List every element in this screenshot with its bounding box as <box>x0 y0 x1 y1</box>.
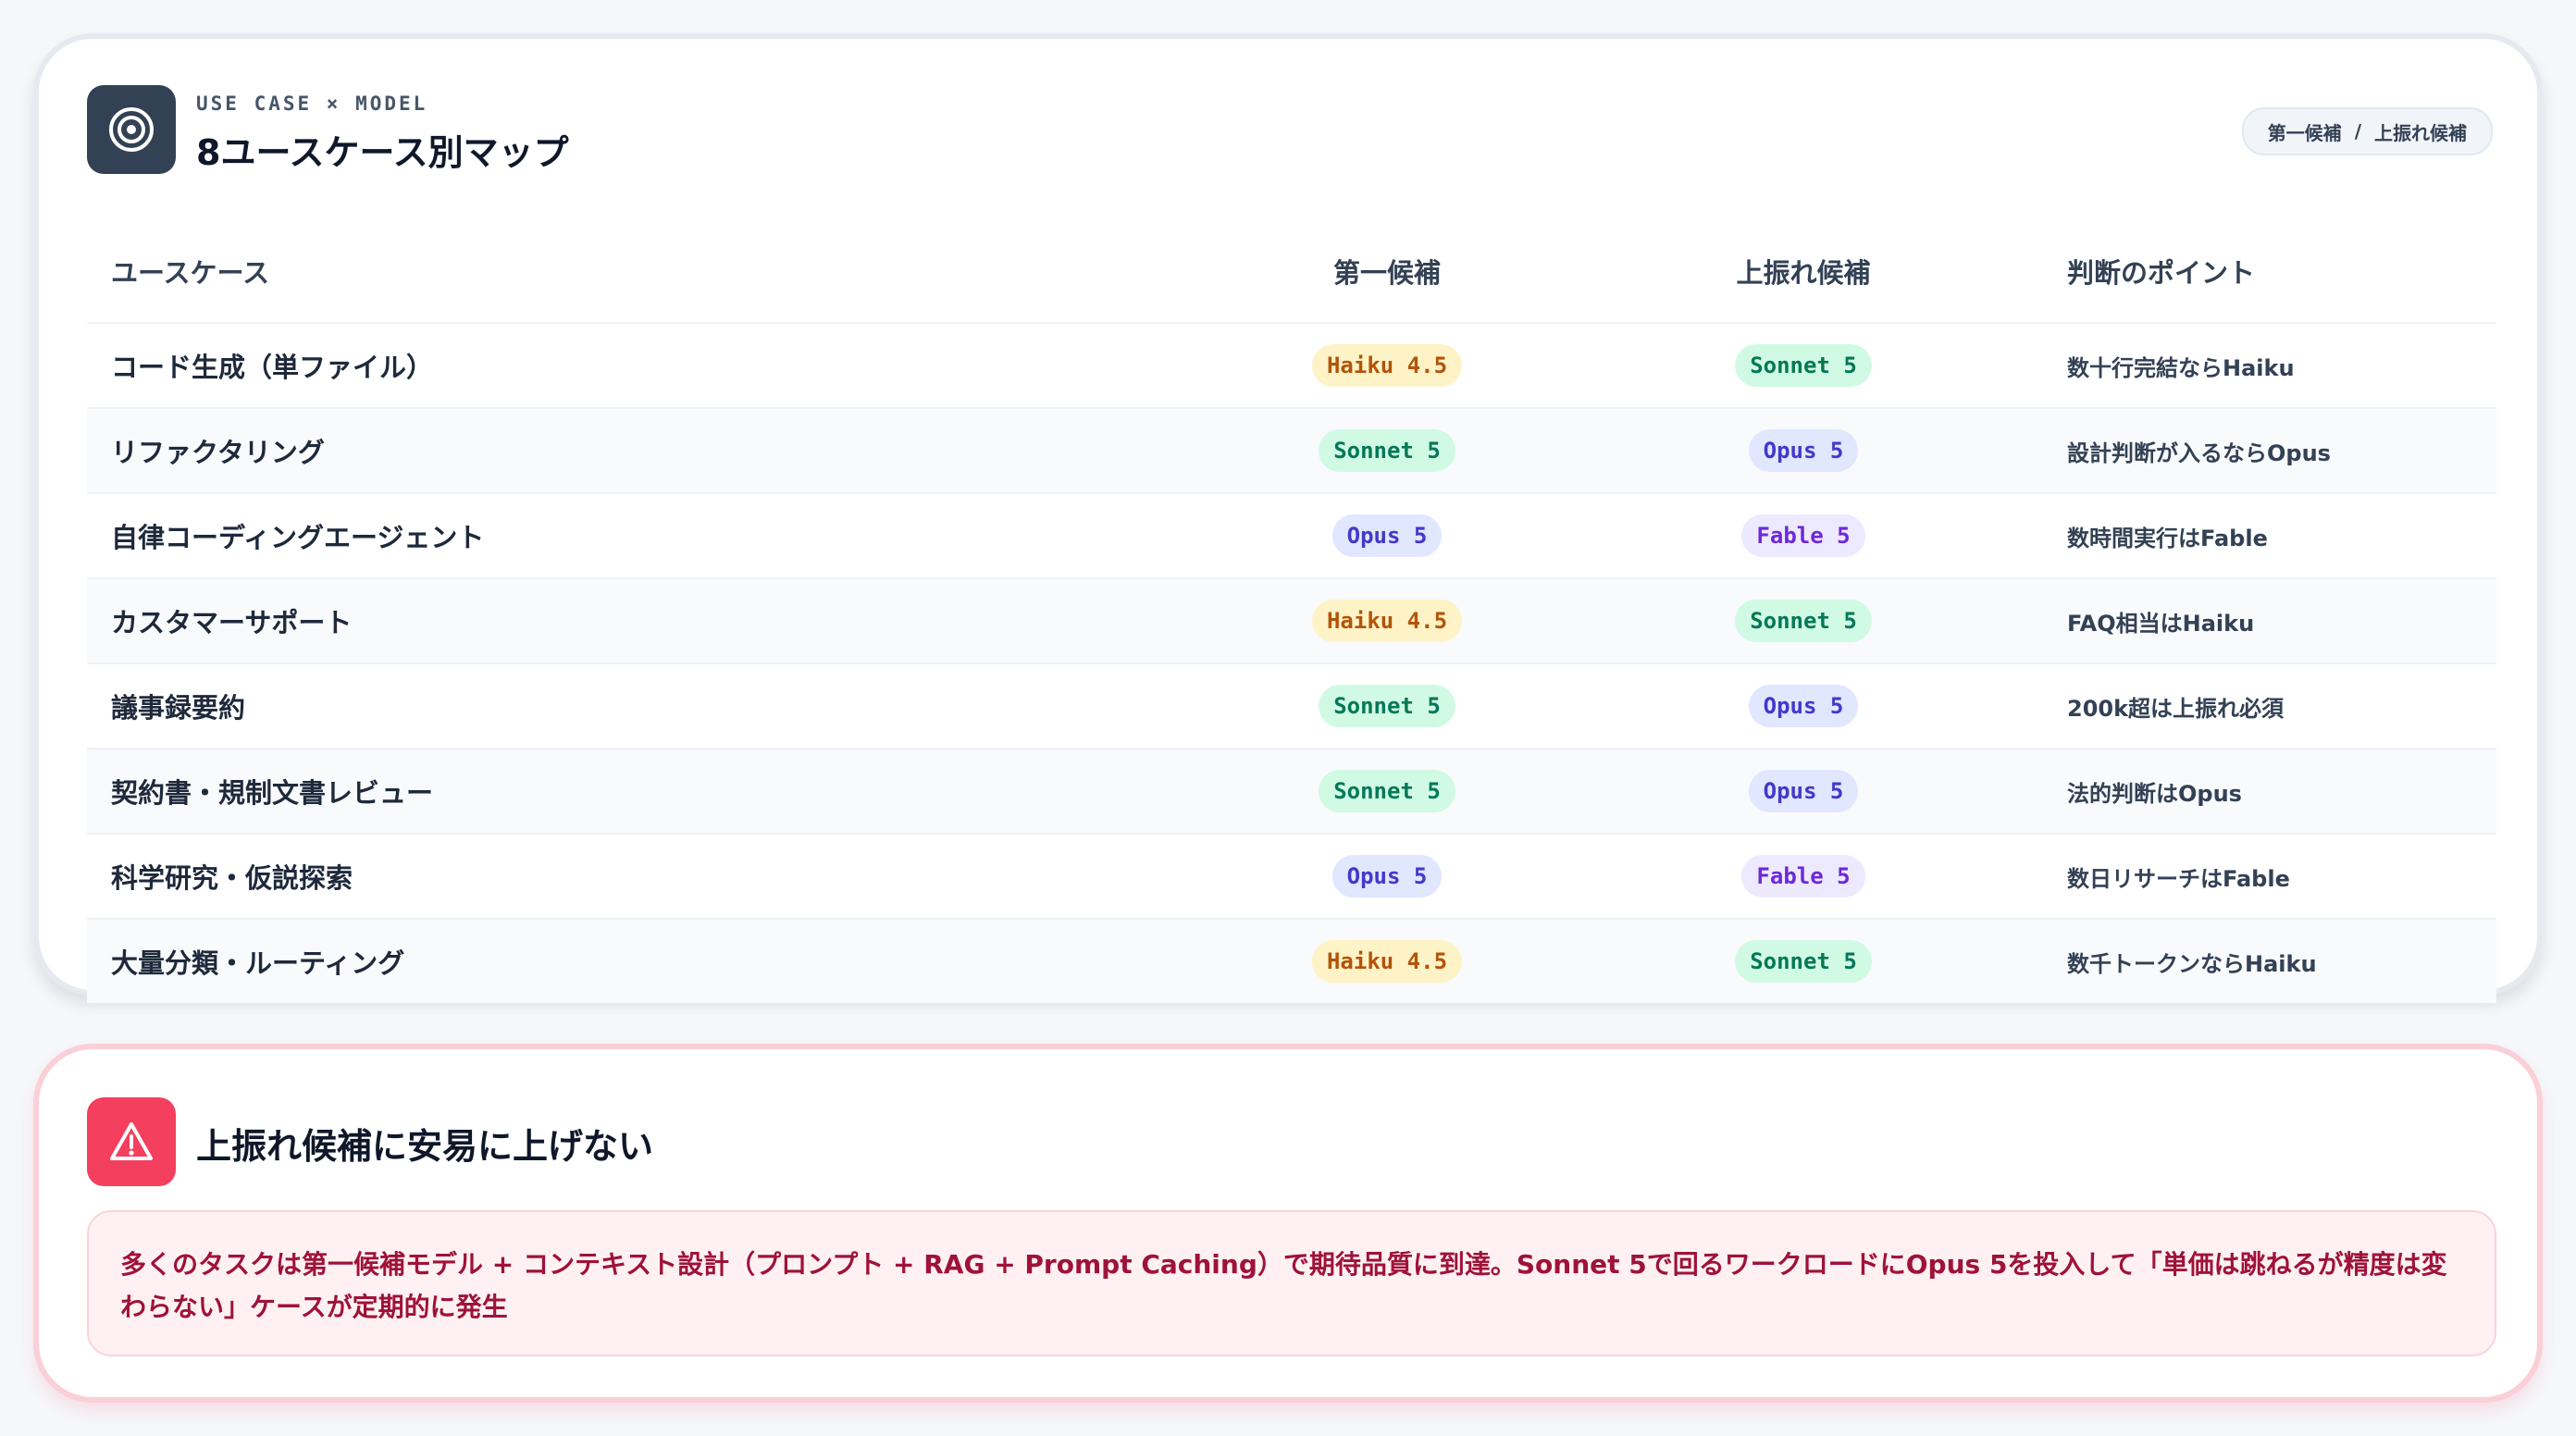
upgrade-cell: Sonnet 5 <box>1678 344 1928 387</box>
decision-point-cell: 200k超は上振れ必須 <box>2067 695 2285 722</box>
upgrade-model-badge: Fable 5 <box>1741 855 1865 898</box>
table-row: 大量分類・ルーティング Haiku 4.5 Sonnet 5 数千トークンならHaik… <box>87 920 2496 1003</box>
warning-card: 上振れ候補に安易に上げない 多くのタスクは第一候補モデル + コンテキスト設計（… <box>33 1044 2543 1403</box>
upgrade-model-badge: Opus 5 <box>1748 429 1859 472</box>
decision-point-cell: 数千トークンならHaiku <box>2067 950 2317 977</box>
warning-title: 上振れ候補に安易に上げない <box>196 1126 654 1167</box>
primary-cell: Opus 5 <box>1096 855 1678 898</box>
use-case-cell: リファクタリング <box>111 437 325 468</box>
decision-point-cell: 法的判断はOpus <box>2067 780 2242 807</box>
primary-cell: Sonnet 5 <box>1096 429 1678 472</box>
table-row: カスタマーサポート Haiku 4.5 Sonnet 5 FAQ相当はHaiku <box>87 579 2496 664</box>
primary-cell: Haiku 4.5 <box>1096 344 1678 387</box>
use-case-cell: 議事録要約 <box>111 692 246 724</box>
column-header-point: 判断のポイント <box>2067 257 2256 289</box>
use-case-cell: 自律コーディングエージェント <box>111 522 485 553</box>
decision-point-cell: 設計判断が入るならOpus <box>2067 439 2331 466</box>
section-eyebrow: USE CASE × MODEL <box>196 93 428 115</box>
primary-model-badge: Haiku 4.5 <box>1311 344 1463 387</box>
table-row: 科学研究・仮説探索 Opus 5 Fable 5 数日リサーチはFable <box>87 835 2496 920</box>
legend-primary: 第一候補 <box>2267 121 2342 144</box>
decision-point-cell: 数時間実行はFable <box>2067 525 2268 551</box>
legend-upgrade: 上振れ候補 <box>2374 121 2467 144</box>
upgrade-cell: Sonnet 5 <box>1678 600 1928 642</box>
use-case-cell: コード生成（単ファイル） <box>111 352 434 383</box>
warning-message: 多くのタスクは第一候補モデル + コンテキスト設計（プロンプト + RAG + … <box>87 1210 2496 1356</box>
primary-model-badge: Sonnet 5 <box>1319 770 1455 812</box>
upgrade-cell: Opus 5 <box>1678 770 1928 812</box>
decision-point-cell: FAQ相当はHaiku <box>2067 610 2255 637</box>
table-row: コード生成（単ファイル） Haiku 4.5 Sonnet 5 数十行完結ならHaik… <box>87 324 2496 409</box>
use-case-cell: 大量分類・ルーティング <box>111 947 405 979</box>
table-row: 契約書・規制文書レビュー Sonnet 5 Opus 5 法的判断はOpus <box>87 749 2496 835</box>
primary-cell: Haiku 4.5 <box>1096 940 1678 983</box>
primary-cell: Sonnet 5 <box>1096 685 1678 727</box>
target-icon <box>87 85 176 174</box>
upgrade-model-badge: Fable 5 <box>1741 514 1865 557</box>
primary-model-badge: Opus 5 <box>1331 855 1443 898</box>
primary-cell: Haiku 4.5 <box>1096 600 1678 642</box>
primary-model-badge: Sonnet 5 <box>1319 685 1455 727</box>
use-case-map-card: USE CASE × MODEL 8ユースケース別マップ 第一候補 / 上振れ候… <box>33 33 2543 1003</box>
upgrade-model-badge: Opus 5 <box>1748 770 1859 812</box>
upgrade-cell: Opus 5 <box>1678 429 1928 472</box>
warning-icon <box>87 1097 176 1186</box>
primary-model-badge: Haiku 4.5 <box>1311 940 1463 983</box>
decision-point-cell: 数十行完結ならHaiku <box>2067 354 2295 381</box>
table-row: リファクタリング Sonnet 5 Opus 5 設計判断が入るならOpus <box>87 409 2496 494</box>
use-case-cell: 契約書・規制文書レビュー <box>111 777 434 809</box>
column-header-use-case: ユースケース <box>111 257 270 289</box>
section-title: 8ユースケース別マップ <box>196 132 569 173</box>
upgrade-cell: Fable 5 <box>1678 855 1928 898</box>
column-header-upgrade: 上振れ候補 <box>1736 257 1871 289</box>
primary-cell: Opus 5 <box>1096 514 1678 557</box>
primary-model-badge: Opus 5 <box>1331 514 1443 557</box>
table-body: コード生成（単ファイル） Haiku 4.5 Sonnet 5 数十行完結ならHaik… <box>87 324 2496 1003</box>
column-header-primary: 第一候補 <box>1332 257 1441 289</box>
upgrade-cell: Fable 5 <box>1678 514 1928 557</box>
legend-pill: 第一候補 / 上振れ候補 <box>2241 107 2493 155</box>
decision-point-cell: 数日リサーチはFable <box>2067 865 2290 892</box>
upgrade-model-badge: Sonnet 5 <box>1735 344 1872 387</box>
table-row: 議事録要約 Sonnet 5 Opus 5 200k超は上振れ必須 <box>87 664 2496 749</box>
use-case-cell: 科学研究・仮説探索 <box>111 862 353 894</box>
upgrade-cell: Opus 5 <box>1678 685 1928 727</box>
upgrade-cell: Sonnet 5 <box>1678 940 1928 983</box>
upgrade-model-badge: Opus 5 <box>1748 685 1859 727</box>
primary-model-badge: Haiku 4.5 <box>1311 600 1463 642</box>
use-case-table: ユースケース 第一候補 上振れ候補 判断のポイント コード生成（単ファイル） Ha… <box>87 220 2496 1003</box>
upgrade-model-badge: Sonnet 5 <box>1735 940 1872 983</box>
legend-separator: / <box>2354 120 2361 142</box>
table-header: ユースケース 第一候補 上振れ候補 判断のポイント <box>87 220 2496 324</box>
table-row: 自律コーディングエージェント Opus 5 Fable 5 数時間実行はFable <box>87 494 2496 579</box>
upgrade-model-badge: Sonnet 5 <box>1735 600 1872 642</box>
primary-model-badge: Sonnet 5 <box>1319 429 1455 472</box>
use-case-cell: カスタマーサポート <box>111 607 353 638</box>
primary-cell: Sonnet 5 <box>1096 770 1678 812</box>
